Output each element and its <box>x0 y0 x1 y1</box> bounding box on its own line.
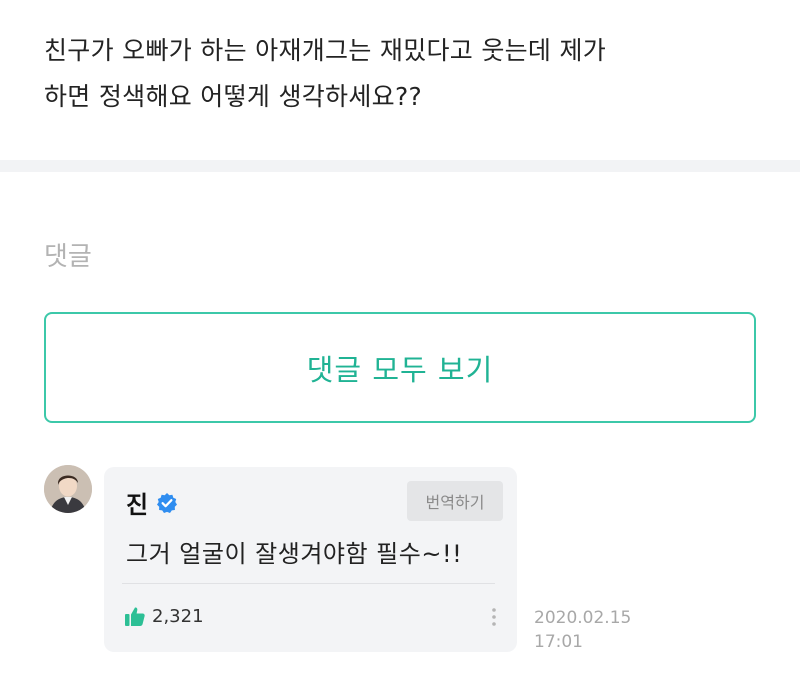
comment-timestamp: 2020.02.15 17:01 <box>534 606 631 654</box>
like-button[interactable]: 2,321 <box>124 605 204 627</box>
author-name[interactable]: 진 <box>126 485 148 520</box>
verified-badge-icon <box>156 492 178 514</box>
avatar-image <box>44 465 92 513</box>
comment-time: 17:01 <box>534 632 583 652</box>
more-options-icon[interactable] <box>491 606 497 628</box>
section-divider <box>0 160 800 172</box>
like-count: 2,321 <box>152 605 204 627</box>
comment-date: 2020.02.15 <box>534 608 632 628</box>
comment-body: 그거 얼굴이 잘생겨야함 필수~!! <box>126 540 463 568</box>
comment-bubble: 진 번역하기 그거 얼굴이 잘생겨야함 필수~!! 2,321 <box>104 467 517 652</box>
post-text: 친구가 오빠가 하는 아재개그는 재밌다고 웃는데 제가 하면 정색해요 어떻게… <box>44 28 764 120</box>
post-line-1: 친구가 오빠가 하는 아재개그는 재밌다고 웃는데 제가 <box>44 36 607 65</box>
comments-header: 댓글 <box>44 242 92 272</box>
view-all-comments-button[interactable]: 댓글 모두 보기 <box>44 312 756 423</box>
avatar[interactable] <box>44 465 92 513</box>
author-row: 진 <box>126 485 178 520</box>
translate-button[interactable]: 번역하기 <box>407 481 503 521</box>
thumbs-up-icon <box>124 605 146 627</box>
comment-divider <box>122 583 495 584</box>
post-line-2: 하면 정색해요 어떻게 생각하세요?? <box>44 82 423 111</box>
